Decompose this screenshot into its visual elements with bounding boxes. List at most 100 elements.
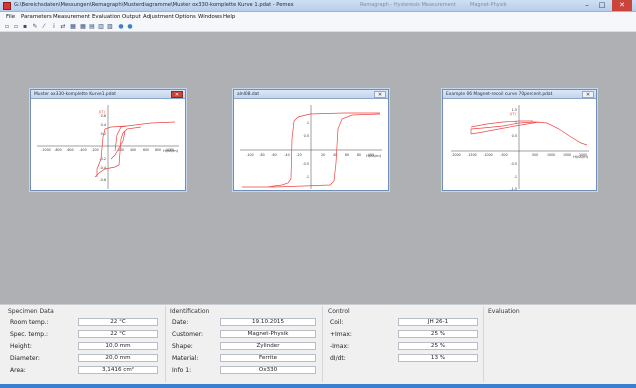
window-titlebar: G:\Bereichsdaten\Messungen\Remagraph\Mus… [0, 0, 636, 12]
evaluation-section-title: Evaluation [488, 308, 520, 315]
chart-1-xtick-5: -200 [91, 148, 98, 152]
tools-icon[interactable]: ✎ [31, 23, 39, 31]
chart-icon[interactable]: ▤ [88, 23, 96, 31]
grid-icon[interactable]: ▦ [79, 23, 87, 31]
chart-1-xtick-1: -1000 [41, 148, 50, 152]
menu-options[interactable]: Options [175, 14, 196, 20]
chart-3-curve-main [470, 121, 588, 146]
chart-3-xtick-6: 1000 [547, 153, 555, 157]
chart-1-ytick-1: 0.6 [101, 114, 106, 118]
close-button[interactable]: ✕ [612, 0, 632, 11]
minimize-button[interactable]: – [580, 0, 594, 11]
table-icon[interactable]: ▦ [69, 23, 77, 31]
chart-3-ytick-5: -1 [514, 175, 517, 179]
shape-value: Zylinder [220, 342, 316, 350]
maximize-button[interactable]: □ [595, 0, 609, 11]
open-file-icon[interactable]: ▫ [12, 23, 20, 31]
specimen-section-title: Specimen Data [8, 308, 54, 315]
height-label: Height: [10, 343, 32, 350]
chart-2-ytick-2: 0.5 [304, 134, 309, 138]
chart-1-plot: J(T) H(kA/m) 0.6 0.4 0.2 -0.2 -0.4 -0.6 … [37, 105, 179, 189]
spec-temp-value: 22 °C [78, 330, 158, 338]
menu-windows[interactable]: Windows [198, 14, 222, 20]
toolbar: ▫ ▫ ▪ ✎ ⁄ i ⇄ ▦ ▦ ▤ ▥ ▧ ● ● [0, 22, 636, 32]
menu-parameters[interactable]: Parameters [21, 14, 52, 20]
taskbar-strip [0, 384, 636, 388]
material-value: Ferrite [220, 354, 316, 362]
chart-2-xtick-3: -60 [271, 153, 276, 157]
minus-imax-value: 25 % [398, 342, 478, 350]
window-title: G:\Bereichsdaten\Messungen\Remagraph\Mus… [14, 2, 294, 8]
wand-icon[interactable]: ⁄ [40, 23, 48, 31]
chart-3-xtick-2: -1500 [467, 153, 476, 157]
coil-value: JH 26-1 [398, 318, 478, 326]
list-icon[interactable]: ▥ [97, 23, 105, 31]
chart-window-2[interactable]: alnl08.dat ✕ H(kA/m) 1 0.5 -0.5 -1 -100 … [233, 89, 389, 191]
chart-2-xtick-9: 80 [357, 153, 361, 157]
new-file-icon[interactable]: ▫ [3, 23, 11, 31]
chart-window-3-title: Example 06 Magnet-recoil curve 70percent… [446, 91, 553, 97]
plus-imax-value: 25 % [398, 330, 478, 338]
chart-window-2-titlebar[interactable]: alnl08.dat ✕ [234, 90, 388, 99]
customer-label: Customer: [172, 331, 204, 338]
info1-label: Info 1: [172, 367, 192, 374]
info-icon[interactable]: i [50, 23, 58, 31]
chart-3-xtick-8: 2000 [579, 153, 587, 157]
chart-1-xtick-7: 400 [130, 148, 136, 152]
menu-file[interactable]: File [6, 14, 15, 20]
panel-divider-2 [322, 306, 323, 382]
area-label: Area: [10, 367, 26, 374]
chart-2-xtick-4: -40 [284, 153, 289, 157]
plus-imax-label: +Imax: [330, 331, 352, 338]
chart-1-xtick-10: 1000 [166, 148, 174, 152]
help-icon[interactable]: ● [126, 23, 134, 31]
chart-3-ytick-2: 1 [515, 121, 517, 125]
chart-2-ytick-4: -1 [306, 175, 309, 179]
chart-1-xtick-2: -800 [54, 148, 61, 152]
chart-3-xtick-3: -1000 [483, 153, 492, 157]
menu-measurement[interactable]: Measurement [53, 14, 90, 20]
chart-1-ytick-2: 0.4 [101, 123, 106, 127]
diameter-value: 20,0 mm [78, 354, 158, 362]
chart-2-xtick-6: 20 [321, 153, 325, 157]
info1-value: Ox330 [220, 366, 316, 374]
menu-adjustment[interactable]: Adjustment [143, 14, 174, 20]
menu-evaluation[interactable]: Evaluation [92, 14, 120, 20]
chart-3-xtick-5: 500 [532, 153, 538, 157]
control-section-title: Control [328, 308, 350, 315]
measure-icon[interactable]: ⇄ [59, 23, 67, 31]
chart-window-1-title: Muster ox330-komplette Kurve1.pdat [34, 91, 116, 97]
chart-window-1[interactable]: Muster ox330-komplette Kurve1.pdat ✕ J(T… [30, 89, 186, 191]
save-icon[interactable]: ▪ [21, 23, 29, 31]
chart-2-xtick-10: 100 [368, 153, 374, 157]
chart-window-1-close-icon[interactable]: ✕ [171, 91, 183, 98]
panel-divider-3 [483, 306, 484, 382]
panel-divider-1 [165, 306, 166, 382]
didt-value: 13 % [398, 354, 478, 362]
date-value: 19.10.2015 [220, 318, 316, 326]
identification-section-title: Identification [170, 308, 210, 315]
chart-3-ytick-3: 0.5 [512, 134, 517, 138]
chart-2-ytick-3: -0.5 [302, 162, 309, 166]
chart-3-ytick-1: 1.5 [512, 108, 517, 112]
chart-window-1-titlebar[interactable]: Muster ox330-komplette Kurve1.pdat ✕ [31, 90, 185, 99]
chart-2-plot: H(kA/m) 1 0.5 -0.5 -1 -100 -80 -60 -40 -… [240, 105, 382, 189]
globe-icon[interactable]: ● [117, 23, 125, 31]
chart-window-2-close-icon[interactable]: ✕ [374, 91, 386, 98]
export-icon[interactable]: ▧ [106, 23, 114, 31]
chart-window-3-titlebar[interactable]: Example 06 Magnet-recoil curve 70percent… [443, 90, 596, 99]
chart-2-xtick-2: -80 [259, 153, 264, 157]
height-value: 10,0 mm [78, 342, 158, 350]
minus-imax-label: -Imax: [330, 343, 350, 350]
ghost-title-1: Remagraph - Hysteresis Measurement [360, 2, 456, 8]
room-temp-value: 22 °C [78, 318, 158, 326]
app-icon [3, 2, 11, 10]
menu-help[interactable]: Help [223, 14, 235, 20]
chart-window-3-close-icon[interactable]: ✕ [582, 91, 594, 98]
chart-3-curves [470, 120, 588, 146]
chart-1-ytick-6: -0.6 [99, 178, 106, 182]
menu-output[interactable]: Output [122, 14, 141, 20]
chart-3-ytick-4: -0.5 [510, 162, 517, 166]
chart-window-3[interactable]: Example 06 Magnet-recoil curve 70percent… [442, 89, 597, 191]
chart-3-xtick-1: -2000 [451, 153, 460, 157]
